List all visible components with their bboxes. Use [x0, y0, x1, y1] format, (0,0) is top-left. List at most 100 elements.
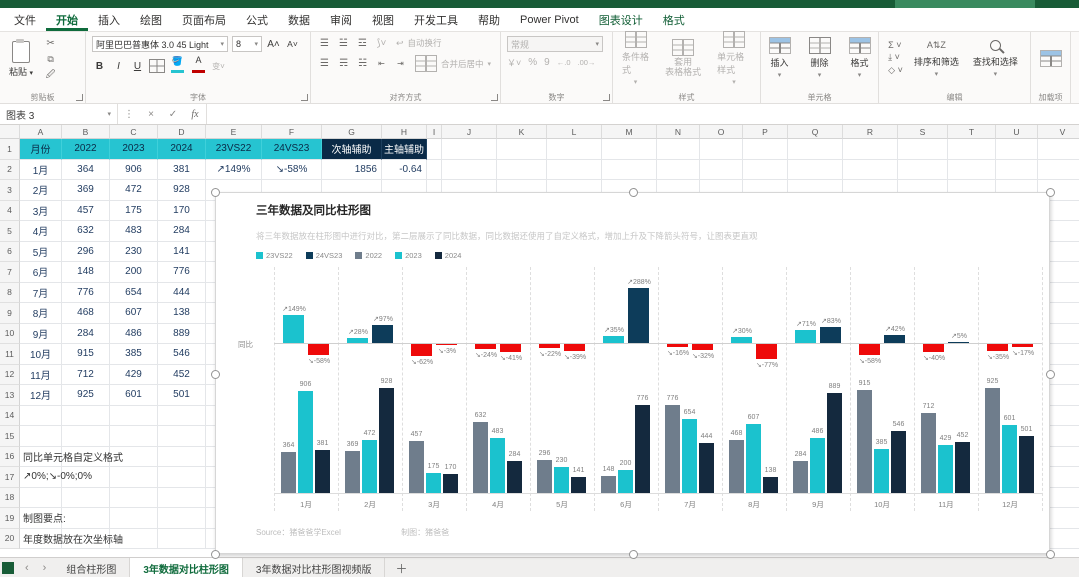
yoy-bar-23VS22[interactable] — [923, 344, 944, 352]
legend-item[interactable]: 2024 — [434, 251, 461, 260]
bar-2022[interactable] — [601, 476, 616, 493]
enter-icon[interactable]: ✓ — [162, 109, 184, 120]
cell-B10[interactable]: 284 — [62, 323, 110, 344]
column-header[interactable]: K — [497, 125, 547, 139]
yoy-bar-23VS22[interactable] — [667, 344, 688, 347]
cell-G1[interactable]: 次轴辅助 — [322, 139, 382, 160]
add-sheet-button[interactable]: ＋ — [385, 558, 417, 577]
yoy-bar-24VS23[interactable] — [628, 288, 649, 343]
cell-D6[interactable]: 141 — [158, 241, 206, 262]
selection-handle[interactable] — [629, 188, 638, 197]
yoy-bar-23VS22[interactable] — [603, 336, 624, 343]
column-header[interactable]: D — [158, 125, 206, 139]
cell-D15[interactable] — [158, 426, 206, 447]
wrap-text-button[interactable]: ↩ 自动换行 — [393, 36, 445, 50]
cell-N1[interactable] — [657, 139, 700, 160]
cell-P1[interactable] — [743, 139, 788, 160]
cell-C12[interactable]: 429 — [110, 364, 158, 385]
menu-tab[interactable]: 图表设计 — [589, 8, 653, 31]
cell-O2[interactable] — [700, 159, 743, 180]
format-painter-button[interactable]: 🖉 — [43, 68, 58, 82]
cell-D1[interactable]: 2024 — [158, 139, 206, 160]
menu-tab[interactable]: 开发工具 — [404, 8, 468, 31]
cell-F2[interactable]: ↘-58% — [262, 159, 322, 180]
yoy-bar-23VS22[interactable] — [859, 344, 880, 355]
cell-C4[interactable]: 175 — [110, 200, 158, 221]
row-header[interactable]: 16 — [0, 446, 20, 467]
row-header[interactable]: 12 — [0, 364, 20, 385]
fill-button[interactable]: ⤓ ˅ — [888, 52, 903, 63]
cell-P2[interactable] — [743, 159, 788, 180]
cell-C5[interactable]: 483 — [110, 221, 158, 242]
cell-B15[interactable] — [62, 426, 110, 447]
cell-I2[interactable] — [427, 159, 442, 180]
sheet-tab[interactable]: 组合柱形图 — [53, 558, 131, 577]
next-sheet-icon[interactable]: › — [36, 558, 54, 577]
bar-2022[interactable] — [537, 460, 552, 493]
cell-C18[interactable] — [110, 487, 158, 508]
cell-A3[interactable]: 2月 — [20, 180, 62, 201]
sheet-tab[interactable]: 3年数据对比柱形图视频版 — [243, 558, 386, 577]
cell-B5[interactable]: 632 — [62, 221, 110, 242]
yoy-bar-24VS23[interactable] — [436, 344, 457, 345]
bar-2022[interactable] — [345, 451, 360, 493]
yoy-bar-23VS22[interactable] — [539, 344, 560, 348]
bar-2023[interactable] — [746, 424, 761, 493]
column-header[interactable]: G — [322, 125, 382, 139]
cell-D4[interactable]: 170 — [158, 200, 206, 221]
cell-C6[interactable]: 230 — [110, 241, 158, 262]
cell-D7[interactable]: 776 — [158, 262, 206, 283]
column-header[interactable]: L — [547, 125, 602, 139]
bar-2022[interactable] — [985, 388, 1000, 493]
increase-decimal-button[interactable]: ←.0 — [557, 58, 571, 67]
accounting-format-button[interactable]: ￥˅ — [507, 56, 521, 69]
cell-I1[interactable] — [427, 139, 442, 160]
row-header[interactable]: 10 — [0, 323, 20, 344]
grow-font-button[interactable]: A˄ — [266, 39, 281, 50]
comma-style-button[interactable]: 9 — [544, 57, 550, 68]
legend-item[interactable]: 23VS22 — [256, 251, 293, 260]
row-header[interactable]: 2 — [0, 159, 20, 180]
selection-handle[interactable] — [211, 550, 220, 559]
column-header[interactable]: E — [206, 125, 262, 139]
cell-C1[interactable]: 2023 — [110, 139, 158, 160]
cell-D5[interactable]: 284 — [158, 221, 206, 242]
delete-cells-button[interactable]: 删除 ▾ — [806, 36, 834, 80]
row-header[interactable]: 7 — [0, 262, 20, 283]
bar-2023[interactable] — [426, 473, 441, 493]
namebox-options-icon[interactable]: ⋮ — [118, 109, 140, 120]
conditional-formatting-button[interactable]: 条件格式 ▾ — [619, 30, 652, 87]
sheet-tab[interactable]: 3年数据对比柱形图 — [130, 558, 243, 577]
cancel-icon[interactable]: × — [140, 109, 162, 120]
menu-tab[interactable]: 开始 — [46, 8, 88, 31]
cell-A9[interactable]: 8月 — [20, 303, 62, 324]
column-header[interactable]: N — [657, 125, 700, 139]
dialog-launcher-icon[interactable] — [603, 94, 610, 101]
cell-B19[interactable] — [62, 508, 110, 529]
cell-C3[interactable]: 472 — [110, 180, 158, 201]
yoy-bar-24VS23[interactable] — [692, 344, 713, 350]
legend-item[interactable]: 2023 — [395, 251, 422, 260]
bar-2023[interactable] — [362, 440, 377, 493]
cell-B7[interactable]: 148 — [62, 262, 110, 283]
paste-button[interactable]: 粘贴 ▾ — [6, 38, 36, 79]
autosum-button[interactable]: Σ ˅ — [888, 40, 903, 50]
cell-M1[interactable] — [602, 139, 657, 160]
cell-A8[interactable]: 7月 — [20, 282, 62, 303]
row-header[interactable]: 1 — [0, 139, 20, 160]
cell-D10[interactable]: 889 — [158, 323, 206, 344]
format-as-table-button[interactable]: 套用 表格格式 — [662, 38, 704, 79]
bar-2023[interactable] — [874, 449, 889, 493]
selection-handle[interactable] — [211, 188, 220, 197]
cell-B4[interactable]: 457 — [62, 200, 110, 221]
row-header[interactable]: 15 — [0, 426, 20, 447]
cell-D19[interactable] — [158, 508, 206, 529]
cell-B14[interactable] — [62, 405, 110, 426]
yoy-bar-24VS23[interactable] — [948, 342, 969, 343]
bar-2024[interactable] — [443, 474, 458, 493]
cell-C8[interactable]: 654 — [110, 282, 158, 303]
insert-cells-button[interactable]: 插入 ▾ — [766, 36, 794, 80]
yoy-bar-24VS23[interactable] — [500, 344, 521, 352]
bar-2022[interactable] — [793, 461, 808, 493]
cell-A2[interactable]: 1月 — [20, 159, 62, 180]
